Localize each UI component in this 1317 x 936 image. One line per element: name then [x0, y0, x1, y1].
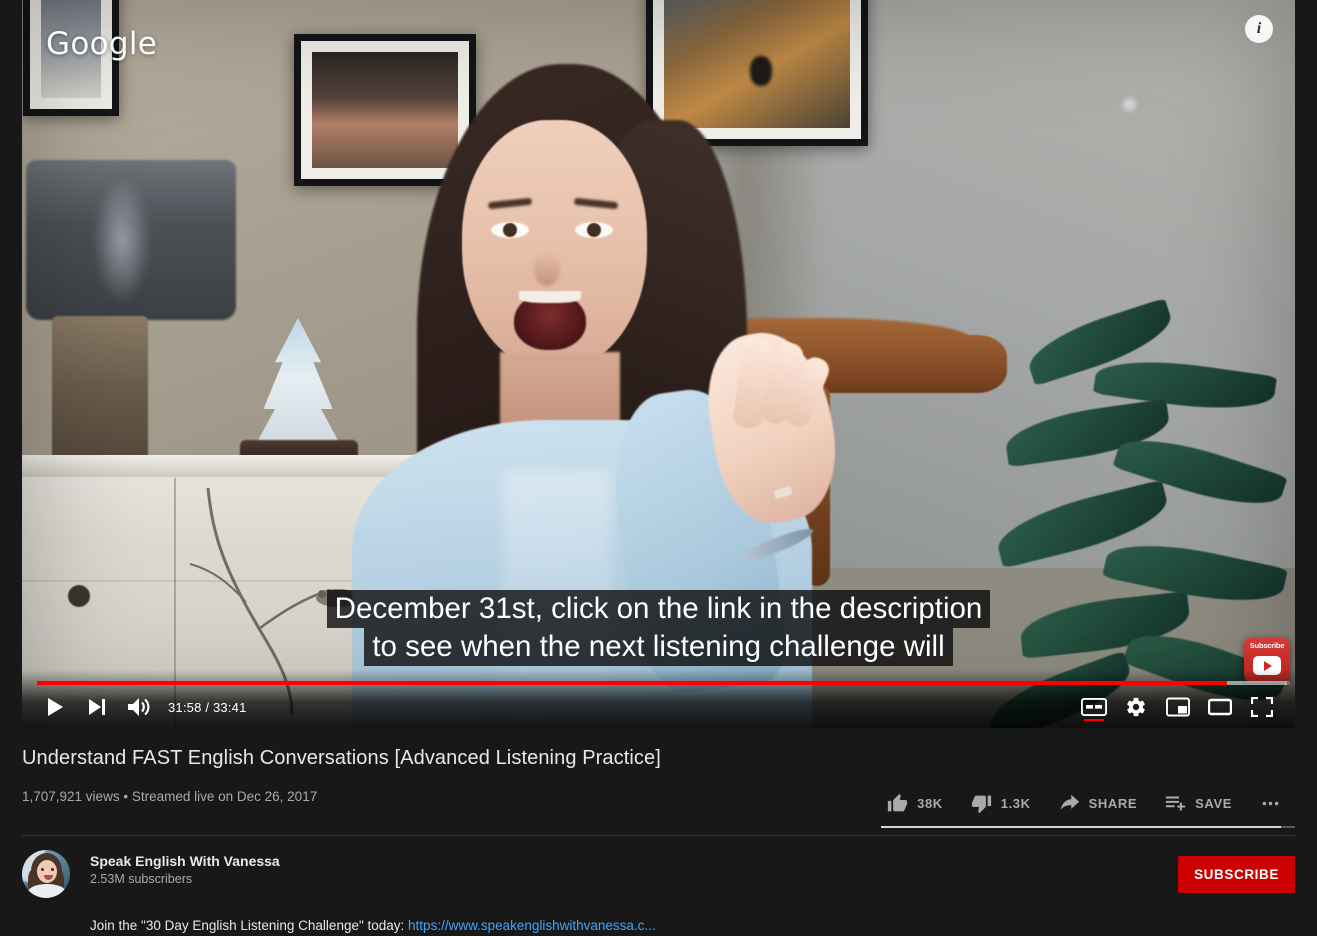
like-ratio-fill — [881, 826, 1281, 828]
video-description: Join the "30 Day English Listening Chall… — [90, 916, 1295, 936]
theater-mode-button[interactable] — [1199, 686, 1241, 728]
share-button[interactable]: SHARE — [1045, 789, 1152, 817]
miniplayer-button[interactable] — [1157, 686, 1199, 728]
gear-icon — [1127, 697, 1145, 717]
next-icon — [88, 699, 105, 715]
volume-button[interactable] — [118, 686, 160, 728]
thumbs-up-icon — [887, 793, 908, 811]
player-controls-left: 31:58 / 33:41 — [34, 686, 247, 728]
theater-icon — [1208, 698, 1232, 716]
player-controls: 31:58 / 33:41 — [22, 686, 1295, 728]
video-player[interactable]: Google i Subscribe December 31st, click … — [22, 0, 1295, 728]
description-text: Join the "30 Day English Listening Chall… — [90, 918, 409, 933]
channel-info: Speak English With Vanessa 2.53M subscri… — [90, 850, 280, 886]
description-link[interactable]: https://www.speakenglishwithvanessa.c... — [408, 918, 656, 933]
like-count: 38K — [917, 795, 943, 811]
miniplayer-icon — [1166, 697, 1190, 717]
avatar[interactable] — [22, 850, 70, 898]
video-frame[interactable] — [22, 0, 1295, 728]
save-button[interactable]: SAVE — [1151, 789, 1246, 817]
more-horizontal-icon — [1262, 801, 1279, 805]
video-vignette — [22, 0, 1295, 728]
publish-date: Streamed live on Dec 26, 2017 — [131, 789, 318, 804]
info-icon[interactable]: i — [1245, 15, 1273, 43]
time-display: 31:58 / 33:41 — [168, 699, 247, 715]
view-count-and-date: 1,707,921 views • Streamed live on Dec 2… — [22, 789, 317, 804]
save-playlist-icon — [1166, 796, 1186, 810]
channel-row: Speak English With Vanessa 2.53M subscri… — [22, 850, 1295, 898]
fullscreen-icon — [1251, 697, 1273, 717]
like-button[interactable]: 38K — [873, 789, 957, 817]
next-video-button[interactable] — [76, 686, 118, 728]
google-watermark: Google — [46, 26, 158, 62]
share-label: SHARE — [1088, 795, 1138, 811]
progress-played — [37, 681, 1228, 685]
like-ratio-bar — [881, 826, 1295, 828]
view-count: 1,707,921 views — [22, 789, 120, 804]
captions-button[interactable] — [1073, 686, 1115, 728]
player-controls-right — [1073, 686, 1283, 728]
channel-name[interactable]: Speak English With Vanessa — [90, 853, 280, 869]
settings-button[interactable] — [1115, 686, 1157, 728]
volume-icon — [128, 698, 150, 716]
thumbs-down-icon — [971, 795, 991, 813]
progress-bar[interactable] — [37, 681, 1290, 685]
branding-watermark-label: Subscribe — [1249, 641, 1285, 650]
stats-and-actions-row: 1,707,921 views • Streamed live on Dec 2… — [22, 789, 1295, 828]
video-metadata-section: Understand FAST English Conversations [A… — [22, 735, 1295, 936]
subscriber-count: 2.53M subscribers — [90, 872, 193, 886]
action-buttons: 38K 1.3K SHARE SAVE — [873, 789, 1295, 828]
info-icon-glyph: i — [1256, 20, 1262, 37]
save-label: SAVE — [1195, 795, 1232, 811]
share-arrow-icon — [1060, 794, 1079, 810]
dislike-count: 1.3K — [1000, 795, 1031, 811]
dislike-button[interactable]: 1.3K — [957, 789, 1045, 817]
more-actions-button[interactable] — [1246, 789, 1295, 817]
captions-active-indicator — [1084, 718, 1104, 721]
subscribe-button[interactable]: SUBSCRIBE — [1178, 855, 1295, 893]
page-title: Understand FAST English Conversations [A… — [22, 747, 661, 769]
fullscreen-button[interactable] — [1241, 686, 1283, 728]
play-button[interactable] — [34, 686, 76, 728]
meta-separator: • — [123, 789, 129, 804]
closed-captions-icon — [1081, 698, 1107, 716]
play-icon — [47, 698, 63, 716]
section-divider — [22, 835, 1295, 836]
